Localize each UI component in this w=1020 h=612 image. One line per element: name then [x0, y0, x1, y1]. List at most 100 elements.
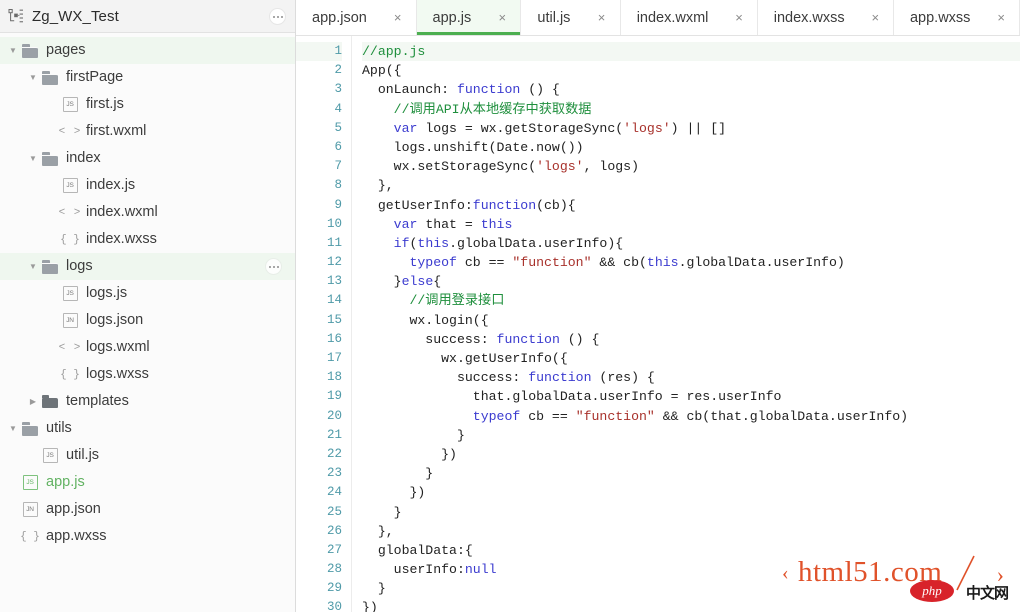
code-line[interactable]: }) — [362, 483, 1020, 502]
code-line[interactable]: }, — [362, 176, 1020, 195]
chevron-down-icon[interactable]: ▼ — [6, 425, 20, 433]
tree-item-utils[interactable]: ▼utils — [0, 415, 295, 442]
code-token: "function" — [576, 409, 655, 424]
code-line[interactable]: wx.getUserInfo({ — [362, 349, 1020, 368]
hierarchy-icon — [6, 6, 26, 26]
code-line[interactable]: userInfo:null — [362, 560, 1020, 579]
wxss-file-icon: { } — [60, 369, 80, 381]
tab-close-icon[interactable]: × — [734, 11, 743, 24]
js-file-icon: JS — [60, 286, 80, 301]
tab-close-icon[interactable]: × — [393, 11, 403, 24]
tree-item-logs-wxss[interactable]: { } logs.wxss — [0, 361, 295, 388]
code-token: typeof — [409, 255, 456, 270]
tree-item-index-js[interactable]: JSindex.js — [0, 172, 295, 199]
tree-item-logs-js[interactable]: JSlogs.js — [0, 280, 295, 307]
code-line[interactable]: typeof cb == "function" && cb(that.globa… — [362, 407, 1020, 426]
chevron-down-icon[interactable]: ▼ — [6, 47, 20, 55]
tree-item-templates[interactable]: ▶templates — [0, 388, 295, 415]
chevron-down-icon[interactable]: ▼ — [26, 74, 40, 82]
chevron-down-icon[interactable]: ▼ — [26, 155, 40, 163]
code-line[interactable]: that.globalData.userInfo = res.userInfo — [362, 387, 1020, 406]
tree-item-label: first.js — [86, 97, 124, 113]
code-token: else — [402, 274, 434, 289]
code-line[interactable]: //app.js — [362, 42, 1020, 61]
line-number: 15 — [296, 311, 342, 330]
tree-item-logs-wxml[interactable]: < >logs.wxml — [0, 334, 295, 361]
tab-app-wxss[interactable]: app.wxss× — [894, 0, 1020, 35]
code-line[interactable]: } — [362, 579, 1020, 598]
row-more-options-icon[interactable] — [265, 258, 282, 275]
line-number: 6 — [296, 138, 342, 157]
code-token: function — [497, 332, 560, 347]
tree-item-first-wxml[interactable]: < >first.wxml — [0, 118, 295, 145]
code-area[interactable]: 1234567891011121314151617181920212223242… — [296, 36, 1020, 612]
code-token: } — [362, 466, 433, 481]
code-line[interactable]: App({ — [362, 61, 1020, 80]
wxml-file-icon: < > — [60, 126, 80, 138]
code-token: wx.login({ — [362, 313, 489, 328]
tree-item-logs[interactable]: ▼logs — [0, 253, 295, 280]
editor-pane: app.json×app.js×util.js×index.wxml×index… — [296, 0, 1020, 612]
tab-close-icon[interactable]: × — [596, 11, 606, 24]
tree-item-app-json[interactable]: JNapp.json — [0, 496, 295, 523]
tree-item-logs-json[interactable]: JNlogs.json — [0, 307, 295, 334]
tab-close-icon[interactable]: × — [871, 11, 880, 24]
tab-index-wxml[interactable]: index.wxml× — [621, 0, 758, 35]
tab-app-js[interactable]: app.js× — [417, 0, 522, 35]
tree-item-index-wxml[interactable]: < >index.wxml — [0, 199, 295, 226]
tab-app-json[interactable]: app.json× — [296, 0, 417, 35]
code-line[interactable]: globalData:{ — [362, 541, 1020, 560]
code-line[interactable]: logs.unshift(Date.now()) — [362, 138, 1020, 157]
tab-label: util.js — [537, 10, 596, 26]
tree-item-util-js[interactable]: JSutil.js — [0, 442, 295, 469]
code-line[interactable]: onLaunch: function () { — [362, 80, 1020, 99]
tree-item-firstpage[interactable]: ▼firstPage — [0, 64, 295, 91]
more-options-icon[interactable] — [269, 8, 286, 25]
code-line[interactable]: typeof cb == "function" && cb(this.globa… — [362, 253, 1020, 272]
code-token: this — [417, 236, 449, 251]
code-line[interactable]: var that = this — [362, 215, 1020, 234]
tree-item-label: index.wxml — [86, 205, 158, 221]
tab-index-wxss[interactable]: index.wxss× — [758, 0, 894, 35]
project-header[interactable]: Zg_WX_Test — [0, 0, 295, 33]
tree-item-index-wxss[interactable]: { }index.wxss — [0, 226, 295, 253]
code-line[interactable]: getUserInfo:function(cb){ — [362, 196, 1020, 215]
line-number: 23 — [296, 464, 342, 483]
tree-item-app-wxss[interactable]: { }app.wxss — [0, 523, 295, 550]
line-number: 5 — [296, 119, 342, 138]
editor-tabbar: app.json×app.js×util.js×index.wxml×index… — [296, 0, 1020, 36]
code-line[interactable]: } — [362, 503, 1020, 522]
code-line[interactable]: success: function () { — [362, 330, 1020, 349]
code-line[interactable]: }) — [362, 598, 1020, 612]
chevron-down-icon[interactable]: ▼ — [26, 263, 40, 271]
code-line[interactable]: if(this.globalData.userInfo){ — [362, 234, 1020, 253]
code-line[interactable]: success: function (res) { — [362, 368, 1020, 387]
code-content[interactable]: //app.jsApp({ onLaunch: function () { //… — [352, 36, 1020, 612]
tab-close-icon[interactable]: × — [497, 11, 507, 24]
tree-item-first-js[interactable]: JSfirst.js — [0, 91, 295, 118]
code-line[interactable]: }) — [362, 445, 1020, 464]
code-line[interactable]: }else{ — [362, 272, 1020, 291]
code-line[interactable]: var logs = wx.getStorageSync('logs') || … — [362, 119, 1020, 138]
code-line[interactable]: } — [362, 464, 1020, 483]
tree-item-label: util.js — [66, 448, 99, 464]
code-token: && cb( — [592, 255, 647, 270]
tree-item-index[interactable]: ▼index — [0, 145, 295, 172]
code-line[interactable]: wx.setStorageSync('logs', logs) — [362, 157, 1020, 176]
code-line[interactable]: //调用登录接口 — [362, 291, 1020, 310]
tree-item-pages[interactable]: ▼pages — [0, 37, 295, 64]
code-token: //调用API从本地缓存中获取数据 — [362, 102, 591, 117]
code-token: } — [362, 505, 402, 520]
folder-open-icon — [20, 422, 40, 435]
code-token: { — [433, 274, 441, 289]
tree-item-label: logs.wxss — [86, 367, 149, 383]
code-line[interactable]: wx.login({ — [362, 311, 1020, 330]
chevron-right-icon[interactable]: ▶ — [26, 398, 40, 406]
tree-item-app-js[interactable]: JSapp.js — [0, 469, 295, 496]
line-number: 24 — [296, 483, 342, 502]
code-line[interactable]: }, — [362, 522, 1020, 541]
tab-close-icon[interactable]: × — [996, 11, 1006, 24]
code-line[interactable]: } — [362, 426, 1020, 445]
code-line[interactable]: //调用API从本地缓存中获取数据 — [362, 100, 1020, 119]
tab-util-js[interactable]: util.js× — [521, 0, 620, 35]
